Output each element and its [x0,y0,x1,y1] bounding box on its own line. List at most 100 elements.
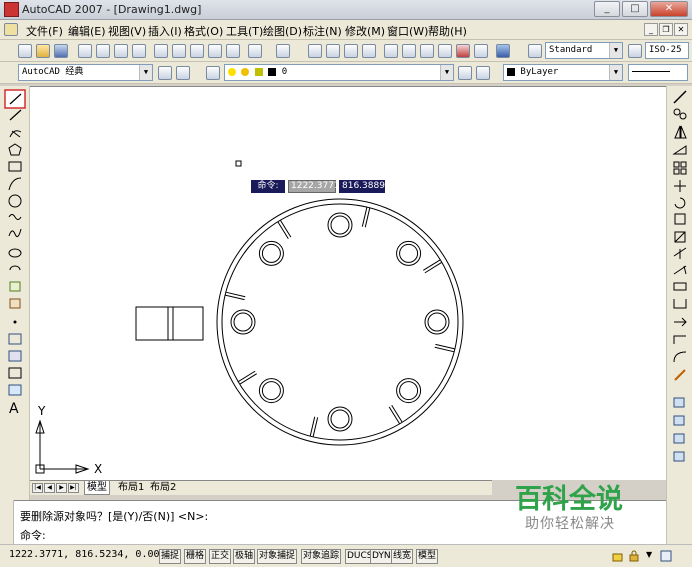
dynamic-input-x[interactable]: 1222.3771 [288,180,340,193]
bolt-hole-inner[interactable] [261,381,281,401]
first-tab-button[interactable]: |◀ [32,483,43,493]
dim-style-select[interactable]: ISO-25 [645,42,689,59]
bolt-hole-inner[interactable] [330,409,350,429]
dyn-toggle[interactable]: DYN [370,549,393,564]
bolt-hole-inner[interactable] [261,243,281,263]
make-object-layer-current-icon[interactable] [458,66,472,80]
layer-manager-icon[interactable] [206,66,220,80]
tab-layout1[interactable]: 布局1 [116,481,146,495]
paste-icon[interactable] [190,44,204,58]
dynamic-input-y[interactable]: 816.3889 [339,180,385,193]
close-button[interactable]: ✕ [650,1,688,17]
command-prompt[interactable]: 命令: [20,527,46,543]
plot-preview-icon[interactable] [96,44,110,58]
publish-icon[interactable] [114,44,128,58]
otrack-toggle[interactable]: 对象追踪 [301,549,342,564]
bolt-hole-inner[interactable] [233,312,253,332]
prev-tab-button[interactable]: ◀ [44,483,55,493]
insert-block-icon [9,281,21,292]
model-space-toggle[interactable]: 模型 [416,549,439,564]
lock-icon[interactable] [628,550,640,562]
open-icon[interactable] [36,44,50,58]
bolt-hole-outer[interactable] [396,240,422,266]
bolt-hole-inner[interactable] [399,243,419,263]
properties-icon[interactable] [384,44,398,58]
color-select[interactable]: ByLayer ▼ [503,64,623,81]
zoom-window-icon[interactable] [344,44,358,58]
bolt-hole-outer[interactable] [230,309,256,335]
doc-minimize-button[interactable]: _ [644,23,658,36]
undo-icon[interactable] [248,44,262,58]
polar-toggle[interactable]: 极轴 [233,549,256,564]
menu-edit[interactable]: 编辑(E) [68,23,106,39]
workspace-save-icon[interactable] [176,66,190,80]
menu-tools[interactable]: 工具(T) [226,23,263,39]
markup-icon[interactable] [456,44,470,58]
menu-window[interactable]: 窗口(W) [387,23,428,39]
plot-icon[interactable] [78,44,92,58]
ortho-toggle[interactable]: 正交 [209,549,232,564]
match-properties-icon[interactable] [208,44,222,58]
drawing-area[interactable]: Y X [30,86,666,480]
tab-model[interactable]: 模型 [84,481,110,495]
3d-dwf-icon[interactable] [132,44,146,58]
menu-help[interactable]: 帮助(H) [428,23,467,39]
document-icon[interactable] [4,23,18,36]
sheet-set-icon[interactable] [438,44,452,58]
copy-icon[interactable] [172,44,186,58]
clean-screen-icon[interactable] [660,550,672,562]
inner-circle[interactable] [221,203,459,441]
linetype-select[interactable] [628,64,688,81]
bolt-hole-outer[interactable] [258,240,284,266]
last-tab-button[interactable]: ▶| [68,483,79,493]
design-center-icon[interactable] [402,44,416,58]
next-tab-button[interactable]: ▶ [56,483,67,493]
new-icon[interactable] [18,44,32,58]
menu-dimension[interactable]: 标注(N) [303,23,342,39]
menu-view[interactable]: 视图(V) [108,23,146,39]
comm-center-icon[interactable] [612,550,624,562]
layer-select[interactable]: 0 ▼ [224,64,454,81]
doc-restore-button[interactable]: ❐ [659,23,673,36]
snap-toggle[interactable]: 捕捉 [159,549,182,564]
menu-draw[interactable]: 绘图(D) [263,23,302,39]
block-editor-icon[interactable] [226,44,240,58]
bolt-hole-inner[interactable] [399,381,419,401]
status-menu-chevron-icon[interactable]: ▼ [646,550,658,562]
bolt-hole-inner[interactable] [427,312,447,332]
bolt-hole-inner[interactable] [330,215,350,235]
lineweight-toggle[interactable]: 线宽 [391,549,414,564]
help-icon[interactable] [496,44,510,58]
redo-icon[interactable] [276,44,290,58]
rectangle-entity[interactable] [135,306,204,341]
calculator-icon[interactable] [474,44,488,58]
bolt-hole-outer[interactable] [327,212,353,238]
coordinate-display[interactable]: 1222.3771, 816.5234, 0.0000 [9,549,172,560]
workspace-select[interactable]: AutoCAD 经典 ▼ [18,64,153,81]
text-style-select[interactable]: Standard ▼ [545,42,623,59]
zoom-realtime-icon[interactable] [326,44,340,58]
minimize-button[interactable]: _ [594,1,620,17]
menu-insert[interactable]: 插入(I) [148,23,182,39]
pan-icon[interactable] [308,44,322,58]
grid-toggle[interactable]: 栅格 [184,549,207,564]
outer-circle[interactable] [216,198,464,446]
bolt-hole-outer[interactable] [258,378,284,404]
save-icon[interactable] [54,44,68,58]
command-window-grip[interactable] [0,500,14,544]
maximize-button[interactable]: □ [622,1,648,17]
workspace-settings-icon[interactable] [158,66,172,80]
tool-palettes-icon[interactable] [420,44,434,58]
doc-close-button[interactable]: ✕ [674,23,688,36]
bolt-hole-outer[interactable] [424,309,450,335]
layer-previous-icon[interactable] [476,66,490,80]
menu-format[interactable]: 格式(O) [184,23,223,39]
tab-layout2[interactable]: 布局2 [148,481,178,495]
zoom-previous-icon[interactable] [362,44,376,58]
menu-file[interactable]: 文件(F) [26,23,63,39]
menu-modify[interactable]: 修改(M) [345,23,385,39]
cut-icon[interactable] [154,44,168,58]
bolt-hole-outer[interactable] [396,378,422,404]
bolt-hole-outer[interactable] [327,406,353,432]
osnap-toggle[interactable]: 对象捕捉 [257,549,298,564]
